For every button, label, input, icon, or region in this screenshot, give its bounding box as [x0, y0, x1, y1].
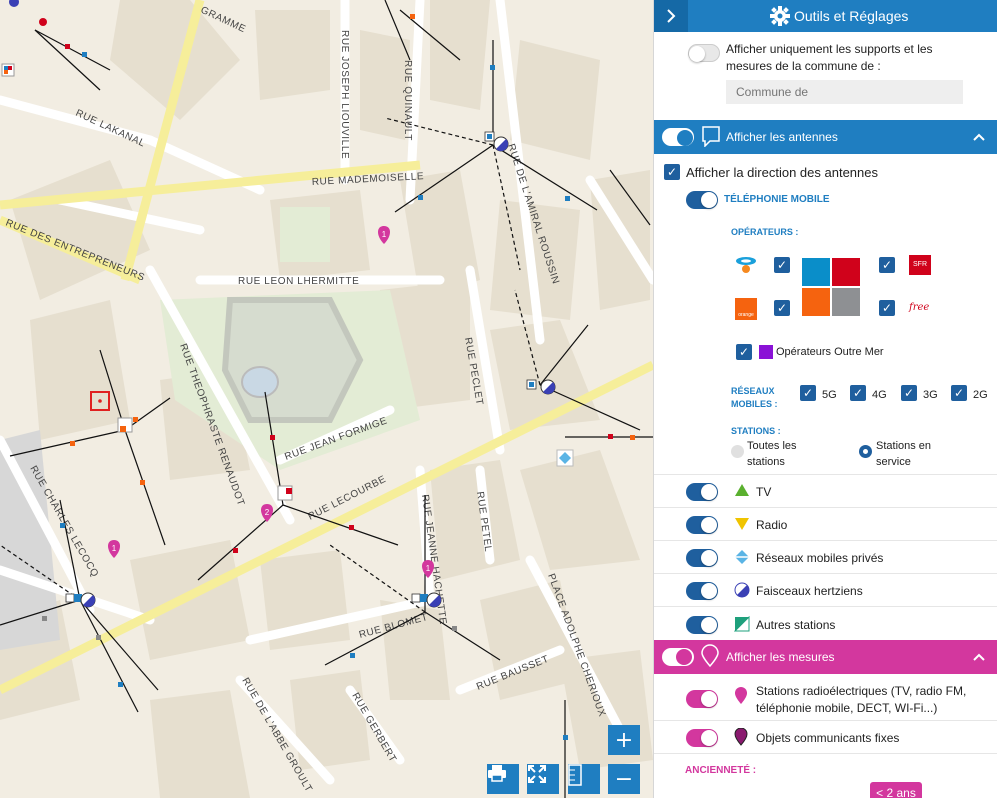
- layer-radio-label: Radio: [756, 518, 788, 532]
- age-value-badge[interactable]: < 2 ans: [870, 782, 922, 798]
- measures-section-label: Afficher les mesures: [726, 650, 835, 664]
- pin-count: 1: [112, 544, 117, 553]
- bouygues-logo: [735, 255, 757, 275]
- network-3g-label: 3G: [923, 389, 938, 401]
- bouygues-checkbox[interactable]: ✓: [774, 257, 790, 273]
- network-4g-checkbox[interactable]: ✓: [850, 385, 866, 401]
- chevron-up-icon[interactable]: [973, 133, 985, 141]
- age-label: ANCIENNETÉ :: [685, 765, 757, 776]
- commune-only-toggle[interactable]: [688, 44, 720, 62]
- network-5g-label: 5G: [822, 389, 837, 401]
- expand-icon: [528, 765, 546, 783]
- zoom-in-button[interactable]: +: [608, 725, 640, 755]
- network-2g-label: 2G: [973, 389, 988, 401]
- microwave-beam-icon: [734, 582, 750, 598]
- fullscreen-button[interactable]: [527, 764, 559, 794]
- operators-label: OPÉRATEURS :: [731, 227, 799, 237]
- pin-count: 1: [426, 564, 431, 573]
- overseas-label: Opérateurs Outre Mer: [776, 346, 884, 358]
- diamond-icon: [735, 550, 749, 564]
- chevron-up-icon[interactable]: [973, 653, 985, 661]
- network-3g-checkbox[interactable]: ✓: [901, 385, 917, 401]
- pin-count: 1: [382, 230, 387, 239]
- mobile-phone-label: TÉLÉPHONIE MOBILE: [724, 194, 830, 205]
- commune-only-label: Afficher uniquement les supports et les …: [726, 42, 933, 73]
- network-5g-checkbox[interactable]: ✓: [800, 385, 816, 401]
- layer-private-networks-label: Réseaux mobiles privés: [756, 551, 884, 565]
- stations-all-radio[interactable]: [731, 445, 744, 458]
- layer-tv-label: TV: [756, 485, 772, 499]
- panel-title: Outils et Réglages: [794, 8, 909, 24]
- show-direction-label: Afficher la direction des antennes: [686, 165, 878, 180]
- network-2g-checkbox[interactable]: ✓: [951, 385, 967, 401]
- map-canvas[interactable]: RUE LAKANAL RUE JOSEPH LIOUVILLE RUE QUI…: [0, 0, 653, 798]
- print-button[interactable]: [487, 764, 519, 794]
- mobile-phone-toggle[interactable]: [686, 191, 718, 209]
- sfr-checkbox[interactable]: ✓: [879, 257, 895, 273]
- radio-triangle-icon: [735, 518, 749, 530]
- zoom-out-button[interactable]: −: [608, 764, 640, 794]
- tv-toggle[interactable]: [686, 483, 718, 501]
- overseas-color-swatch: [759, 345, 773, 359]
- radio-toggle[interactable]: [686, 516, 718, 534]
- stations-label: STATIONS :: [731, 426, 781, 436]
- street-label: RUE QUINAULT: [402, 60, 413, 141]
- panel-header: Outils et Réglages: [654, 0, 997, 32]
- layer-other-stations-label: Autres stations: [756, 618, 836, 632]
- pin-outline-icon: [701, 644, 719, 668]
- private-networks-toggle[interactable]: [686, 549, 718, 567]
- antennas-toggle[interactable]: [662, 128, 694, 146]
- map-view[interactable]: RUE LAKANAL RUE JOSEPH LIOUVILLE RUE QUI…: [0, 0, 653, 798]
- connected-object-pin-icon: [734, 728, 748, 746]
- network-4g-label: 4G: [872, 389, 887, 401]
- street-label: RUE LEON LHERMITTE: [238, 276, 359, 287]
- ruler-button[interactable]: [568, 764, 600, 794]
- other-stations-toggle[interactable]: [686, 616, 718, 634]
- orange-checkbox[interactable]: ✓: [774, 300, 790, 316]
- networks-label: RÉSEAUX MOBILES :: [731, 386, 778, 409]
- layer-microwave-label: Faisceaux hertziens: [756, 584, 863, 598]
- overseas-checkbox[interactable]: ✓: [736, 344, 752, 360]
- printer-icon: [488, 765, 506, 782]
- tv-triangle-icon: [735, 484, 749, 496]
- measure-radio-stations-label: Stations radioélectriques (TV, radio FM,…: [756, 684, 967, 715]
- stations-all-label: Toutes les stations: [747, 440, 797, 468]
- radio-stations-measures-toggle[interactable]: [686, 690, 718, 708]
- free-logo: free: [909, 302, 930, 313]
- sfr-logo: SFR: [909, 255, 931, 275]
- free-checkbox[interactable]: ✓: [879, 300, 895, 316]
- chevron-right-icon: [667, 9, 676, 23]
- settings-panel: Outils et Réglages Afficher uniquement l…: [653, 0, 997, 798]
- operators-color-grid: [802, 258, 860, 316]
- connected-objects-toggle[interactable]: [686, 729, 718, 747]
- measures-toggle[interactable]: [662, 648, 694, 666]
- collapse-panel-button[interactable]: [654, 0, 688, 32]
- measure-connected-objects-label: Objets communicants fixes: [756, 731, 900, 745]
- stations-service-label: Stations en service: [876, 440, 932, 468]
- pin-count: 2: [265, 508, 270, 517]
- ruler-icon: [568, 764, 582, 786]
- stations-service-radio[interactable]: [859, 445, 872, 458]
- orange-logo: orange: [735, 298, 757, 320]
- measures-section-header[interactable]: Afficher les mesures: [654, 640, 997, 674]
- microwave-toggle[interactable]: [686, 582, 718, 600]
- measure-pin-icon: [735, 687, 747, 704]
- gear-icon: [770, 6, 790, 26]
- other-stations-icon: [734, 616, 750, 632]
- show-direction-checkbox[interactable]: ✓: [664, 164, 680, 180]
- antennas-section-label: Afficher les antennes: [726, 130, 838, 144]
- street-label: RUE JOSEPH LIOUVILLE: [339, 30, 350, 159]
- antenna-bubble-icon: [702, 126, 720, 147]
- commune-input[interactable]: [726, 80, 963, 104]
- antennas-section-header[interactable]: Afficher les antennes: [654, 120, 997, 154]
